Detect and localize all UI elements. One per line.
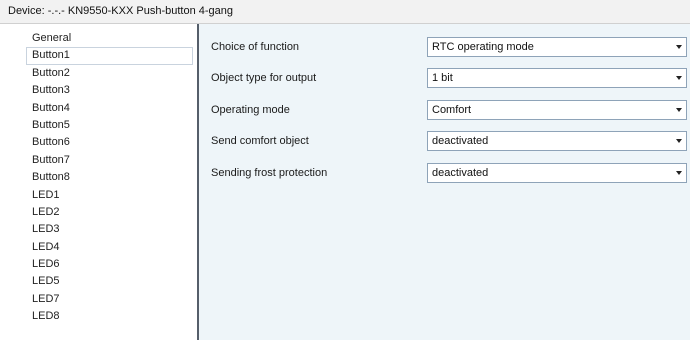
device-title-bar: Device: -.-.- KN9550-KXX Push-button 4-g… bbox=[0, 0, 690, 24]
sidebar-item-label: LED6 bbox=[32, 258, 60, 271]
param-label: Choice of function bbox=[211, 41, 300, 53]
chevron-down-icon bbox=[676, 108, 682, 112]
sidebar-item-button8[interactable]: Button8 bbox=[0, 169, 197, 186]
chevron-down-icon bbox=[676, 76, 682, 80]
sidebar-item-label: LED4 bbox=[32, 240, 60, 253]
send-comfort-object-select[interactable]: deactivated bbox=[427, 131, 687, 151]
parameter-panel: Choice of function RTC operating mode Ob… bbox=[199, 24, 690, 340]
sidebar-item-general[interactable]: General bbox=[0, 30, 197, 47]
sidebar-item-led4[interactable]: LED4 bbox=[0, 239, 197, 256]
param-row-object-type: Object type for output 1 bit bbox=[199, 68, 690, 88]
select-value: RTC operating mode bbox=[432, 41, 534, 53]
sidebar-item-label: LED5 bbox=[32, 275, 60, 288]
sidebar-item-label: Button3 bbox=[32, 84, 70, 97]
sidebar-item-label: Button7 bbox=[32, 153, 70, 166]
sidebar-item-label: LED8 bbox=[32, 310, 60, 323]
param-label: Sending frost protection bbox=[211, 167, 328, 179]
operating-mode-select[interactable]: Comfort bbox=[427, 100, 687, 120]
sidebar-item-label: Button1 bbox=[32, 49, 70, 62]
select-value: deactivated bbox=[432, 135, 489, 147]
sending-frost-protection-select[interactable]: deactivated bbox=[427, 163, 687, 183]
param-row-operating-mode: Operating mode Comfort bbox=[199, 100, 690, 120]
sidebar-item-button6[interactable]: Button6 bbox=[0, 134, 197, 151]
chevron-down-icon bbox=[676, 171, 682, 175]
device-title: Device: -.-.- KN9550-KXX Push-button 4-g… bbox=[8, 5, 234, 17]
param-label: Object type for output bbox=[211, 72, 317, 84]
sidebar-item-label: LED2 bbox=[32, 205, 60, 218]
chevron-down-icon bbox=[676, 45, 682, 49]
select-value: deactivated bbox=[432, 167, 489, 179]
sidebar-item-led2[interactable]: LED2 bbox=[0, 204, 197, 221]
sidebar-item-label: Button5 bbox=[32, 118, 70, 131]
object-type-select[interactable]: 1 bit bbox=[427, 68, 687, 88]
param-label: Send comfort object bbox=[211, 135, 309, 147]
param-row-sending-frost-protection: Sending frost protection deactivated bbox=[199, 163, 690, 183]
parameter-tree[interactable]: General Button1 Button2 Button3 Button4 … bbox=[0, 24, 199, 340]
sidebar-item-label: Button6 bbox=[32, 136, 70, 149]
sidebar-item-label: Button4 bbox=[32, 101, 70, 114]
sidebar-item-button4[interactable]: Button4 bbox=[0, 100, 197, 117]
sidebar-item-button5[interactable]: Button5 bbox=[0, 117, 197, 134]
select-value: 1 bit bbox=[432, 72, 453, 84]
sidebar-item-button2[interactable]: Button2 bbox=[0, 65, 197, 82]
sidebar-item-label: General bbox=[32, 32, 72, 44]
param-row-choice-of-function: Choice of function RTC operating mode bbox=[199, 37, 690, 57]
sidebar-item-led5[interactable]: LED5 bbox=[0, 273, 197, 290]
sidebar-item-button7[interactable]: Button7 bbox=[0, 152, 197, 169]
sidebar-item-button3[interactable]: Button3 bbox=[0, 82, 197, 99]
sidebar-item-led7[interactable]: LED7 bbox=[0, 291, 197, 308]
sidebar-item-led6[interactable]: LED6 bbox=[0, 256, 197, 273]
sidebar-item-label: LED7 bbox=[32, 292, 60, 305]
chevron-down-icon bbox=[676, 139, 682, 143]
param-row-send-comfort-object: Send comfort object deactivated bbox=[199, 131, 690, 151]
sidebar-item-led1[interactable]: LED1 bbox=[0, 187, 197, 204]
sidebar-item-led8[interactable]: LED8 bbox=[0, 308, 197, 325]
sidebar-item-label: Button8 bbox=[32, 171, 70, 184]
sidebar-item-label: LED1 bbox=[32, 188, 60, 201]
sidebar-item-led3[interactable]: LED3 bbox=[0, 221, 197, 238]
sidebar-item-label: LED3 bbox=[32, 223, 60, 236]
sidebar-item-label: Button2 bbox=[32, 66, 70, 79]
select-value: Comfort bbox=[432, 104, 472, 116]
choice-of-function-select[interactable]: RTC operating mode bbox=[427, 37, 687, 57]
param-label: Operating mode bbox=[211, 104, 290, 116]
sidebar-item-button1[interactable]: Button1 bbox=[0, 47, 197, 66]
